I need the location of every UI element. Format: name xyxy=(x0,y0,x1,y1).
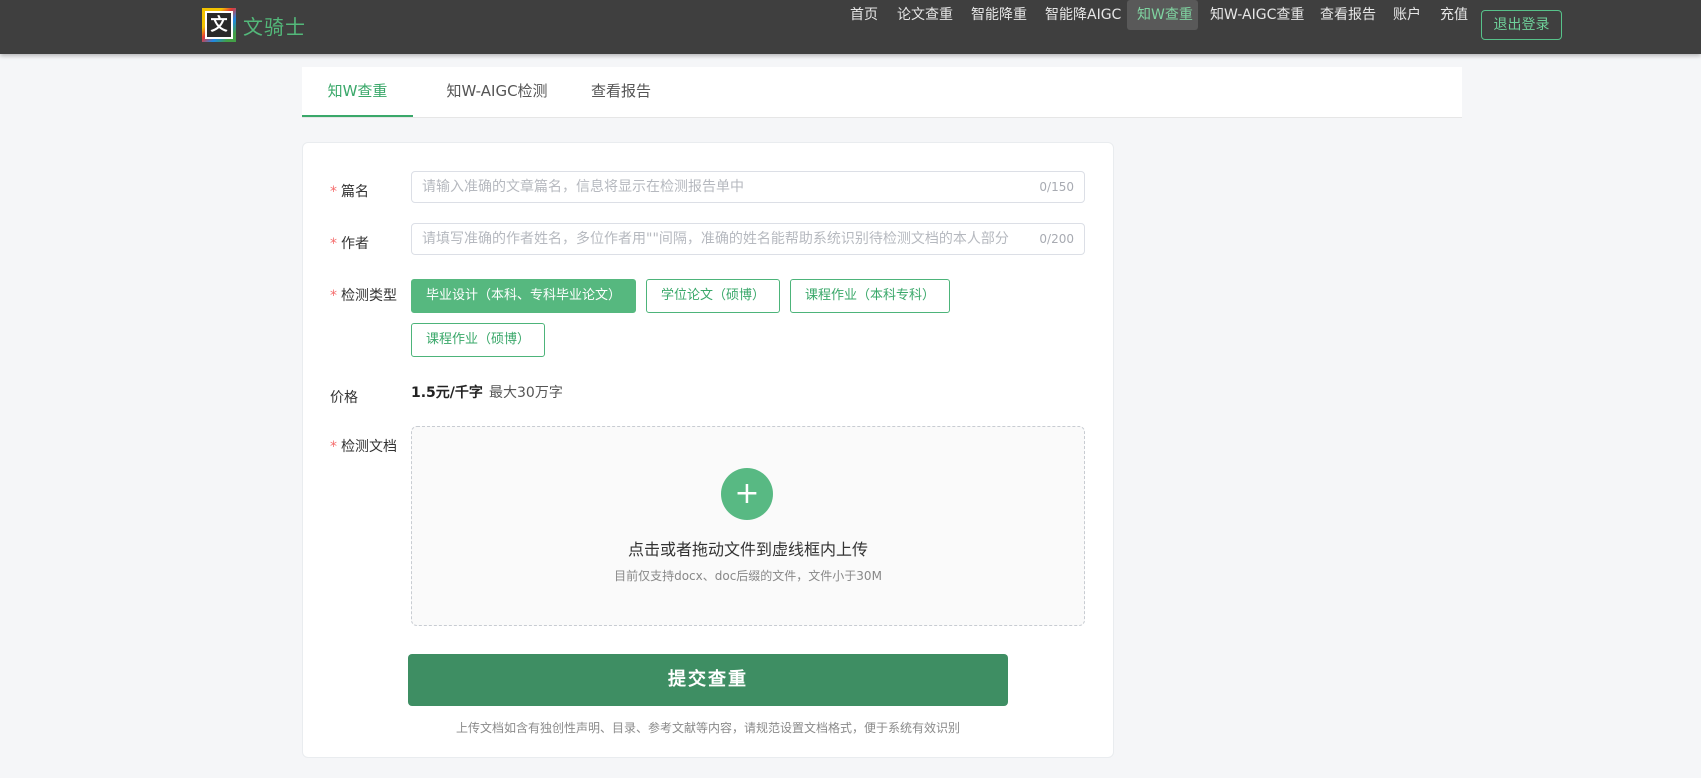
document-label: * 检测文档 xyxy=(330,436,397,456)
submit-check-button[interactable]: 提交查重 xyxy=(408,654,1008,706)
title-label-text: 篇名 xyxy=(341,184,369,200)
top-navbar: 文 文骑士 首页 论文查重 智能降重 智能降AIGC 知W查重 知W-AIGC查… xyxy=(0,0,1701,54)
title-char-counter: 0/150 xyxy=(1039,180,1074,194)
required-mark: * xyxy=(330,288,337,304)
required-mark: * xyxy=(330,236,337,252)
logo-glyph: 文 xyxy=(207,13,231,37)
plus-icon[interactable]: + xyxy=(721,468,773,520)
required-mark: * xyxy=(330,439,337,455)
tab-view-report[interactable]: 查看报告 xyxy=(580,67,662,117)
price-label: 价格 xyxy=(330,390,358,406)
upload-title: 点击或者拖动文件到虚线框内上传 xyxy=(627,540,868,559)
logout-button[interactable]: 退出登录 xyxy=(1481,10,1562,40)
price-value: 1.5元/千字 xyxy=(411,385,483,401)
author-label-text: 作者 xyxy=(341,236,369,252)
tab-zhiw-check[interactable]: 知W查重 xyxy=(302,67,413,117)
nav-item-zhiw-aigc-check[interactable]: 知W-AIGC查重 xyxy=(1200,0,1314,30)
type-option-coursework-undergrad[interactable]: 课程作业（本科专科） xyxy=(790,279,950,313)
document-label-text: 检测文档 xyxy=(341,439,397,455)
file-upload-dropzone[interactable]: + 点击或者拖动文件到虚线框内上传 目前仅支持docx、doc后缀的文件，文件小… xyxy=(411,426,1085,626)
detect-type-label: * 检测类型 xyxy=(330,285,397,305)
logo-icon[interactable]: 文 xyxy=(202,8,236,42)
tab-bar: 知W查重 知W-AIGC检测 查看报告 xyxy=(302,67,1462,118)
type-option-degree-thesis[interactable]: 学位论文（硕博） xyxy=(646,279,780,313)
required-mark: * xyxy=(330,184,337,200)
price-note: 最大30万字 xyxy=(489,385,563,401)
author-label: * 作者 xyxy=(330,233,369,253)
title-field: 0/150 xyxy=(411,171,1085,203)
tab-zhiw-aigc-detect[interactable]: 知W-AIGC检测 xyxy=(437,67,557,117)
author-input[interactable] xyxy=(412,224,1032,254)
nav-item-zhiw-check[interactable]: 知W查重 xyxy=(1127,0,1198,30)
detect-type-label-text: 检测类型 xyxy=(341,288,397,304)
nav-item-recharge[interactable]: 充值 xyxy=(1430,0,1478,30)
nav-item-home[interactable]: 首页 xyxy=(840,0,888,30)
nav-item-view-report[interactable]: 查看报告 xyxy=(1310,0,1386,30)
nav-item-paper-check[interactable]: 论文查重 xyxy=(887,0,963,30)
upload-hint: 目前仅支持docx、doc后缀的文件，文件小于30M xyxy=(614,569,882,583)
brand-name[interactable]: 文骑士 xyxy=(243,11,306,40)
title-label: * 篇名 xyxy=(330,181,369,201)
format-footnote: 上传文档如含有独创性声明、目录、参考文献等内容，请规范设置文档格式，便于系统有效… xyxy=(455,721,960,735)
nav-item-smart-rewrite[interactable]: 智能降重 xyxy=(961,0,1037,30)
nav-item-smart-aigc-rewrite[interactable]: 智能降AIGC xyxy=(1035,0,1131,30)
type-option-graduation-design[interactable]: 毕业设计（本科、专科毕业论文） xyxy=(411,279,636,313)
type-option-coursework-grad[interactable]: 课程作业（硕博） xyxy=(411,323,545,357)
author-field: 0/200 xyxy=(411,223,1085,255)
title-input[interactable] xyxy=(412,172,1032,202)
nav-item-account[interactable]: 账户 xyxy=(1383,0,1431,30)
author-char-counter: 0/200 xyxy=(1039,232,1074,246)
